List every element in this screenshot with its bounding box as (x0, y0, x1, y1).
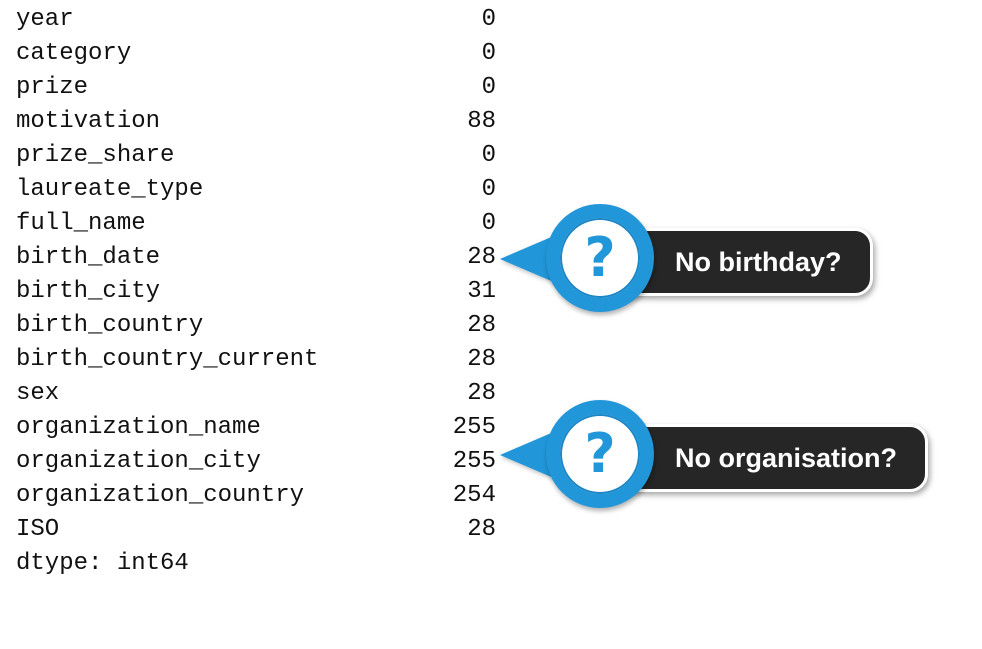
column-name: birth_city (16, 278, 161, 305)
callout-label: No organisation? (610, 424, 928, 492)
missing-count: 0 (481, 210, 496, 237)
output-row-full-name: full_name 0 (16, 207, 496, 241)
output-row-laureate-type: laureate_type 0 (16, 173, 496, 207)
column-name: laureate_type (16, 176, 204, 203)
output-row-organization-city: organization_city 255 (16, 445, 496, 479)
missing-count: 0 (481, 6, 496, 33)
output-row-prize-share: prize_share 0 (16, 139, 496, 173)
column-name: sex (16, 380, 60, 407)
output-row-motivation: motivation 88 (16, 105, 496, 139)
column-name: organization_city (16, 448, 261, 475)
question-mark-icon: ? (584, 226, 616, 289)
output-row-prize: prize 0 (16, 71, 496, 105)
missing-count: 255 (452, 448, 496, 475)
question-badge: ? (546, 400, 654, 508)
output-row-organization-country: organization_country 254 (16, 479, 496, 513)
column-name: organization_name (16, 414, 261, 441)
column-name: birth_date (16, 244, 161, 271)
output-row-category: category 0 (16, 37, 496, 71)
column-name: year (16, 6, 74, 33)
column-name: prize_share (16, 142, 175, 169)
callout-no-birthday: No birthday? ? (500, 204, 940, 314)
missing-count: 28 (467, 312, 496, 339)
output-row-birth-country: birth_country 28 (16, 309, 496, 343)
output-row-organization-name: organization_name 255 (16, 411, 496, 445)
missing-count: 255 (452, 414, 496, 441)
output-row-iso: ISO 28 (16, 513, 496, 547)
missing-values-output: year 0 category 0 prize 0 motivation 88 … (16, 3, 496, 581)
missing-count: 0 (481, 74, 496, 101)
missing-count: 0 (481, 142, 496, 169)
column-name: category (16, 40, 132, 67)
callout-no-organisation: No organisation? ? (500, 400, 940, 510)
column-name: birth_country (16, 312, 204, 339)
output-row-birth-country-current: birth_country_current 28 (16, 343, 496, 377)
missing-count: 28 (467, 244, 496, 271)
column-name: prize (16, 74, 89, 101)
column-name: organization_country (16, 482, 305, 509)
missing-count: 28 (467, 516, 496, 543)
question-badge: ? (546, 204, 654, 312)
missing-count: 28 (467, 380, 496, 407)
column-name: motivation (16, 108, 161, 135)
missing-count: 28 (467, 346, 496, 373)
missing-count: 0 (481, 40, 496, 67)
column-name: full_name (16, 210, 146, 237)
question-mark-icon: ? (584, 422, 616, 485)
output-row-birth-date: birth_date 28 (16, 241, 496, 275)
dtype-line: dtype: int64 (16, 550, 189, 577)
output-row-birth-city: birth_city 31 (16, 275, 496, 309)
output-row-year: year 0 (16, 3, 496, 37)
missing-count: 31 (467, 278, 496, 305)
missing-count: 254 (452, 482, 496, 509)
column-name: birth_country_current (16, 346, 319, 373)
column-name: ISO (16, 516, 60, 543)
missing-count: 88 (467, 108, 496, 135)
badge-inner: ? (560, 414, 640, 494)
missing-count: 0 (481, 176, 496, 203)
badge-inner: ? (560, 218, 640, 298)
output-row-sex: sex 28 (16, 377, 496, 411)
